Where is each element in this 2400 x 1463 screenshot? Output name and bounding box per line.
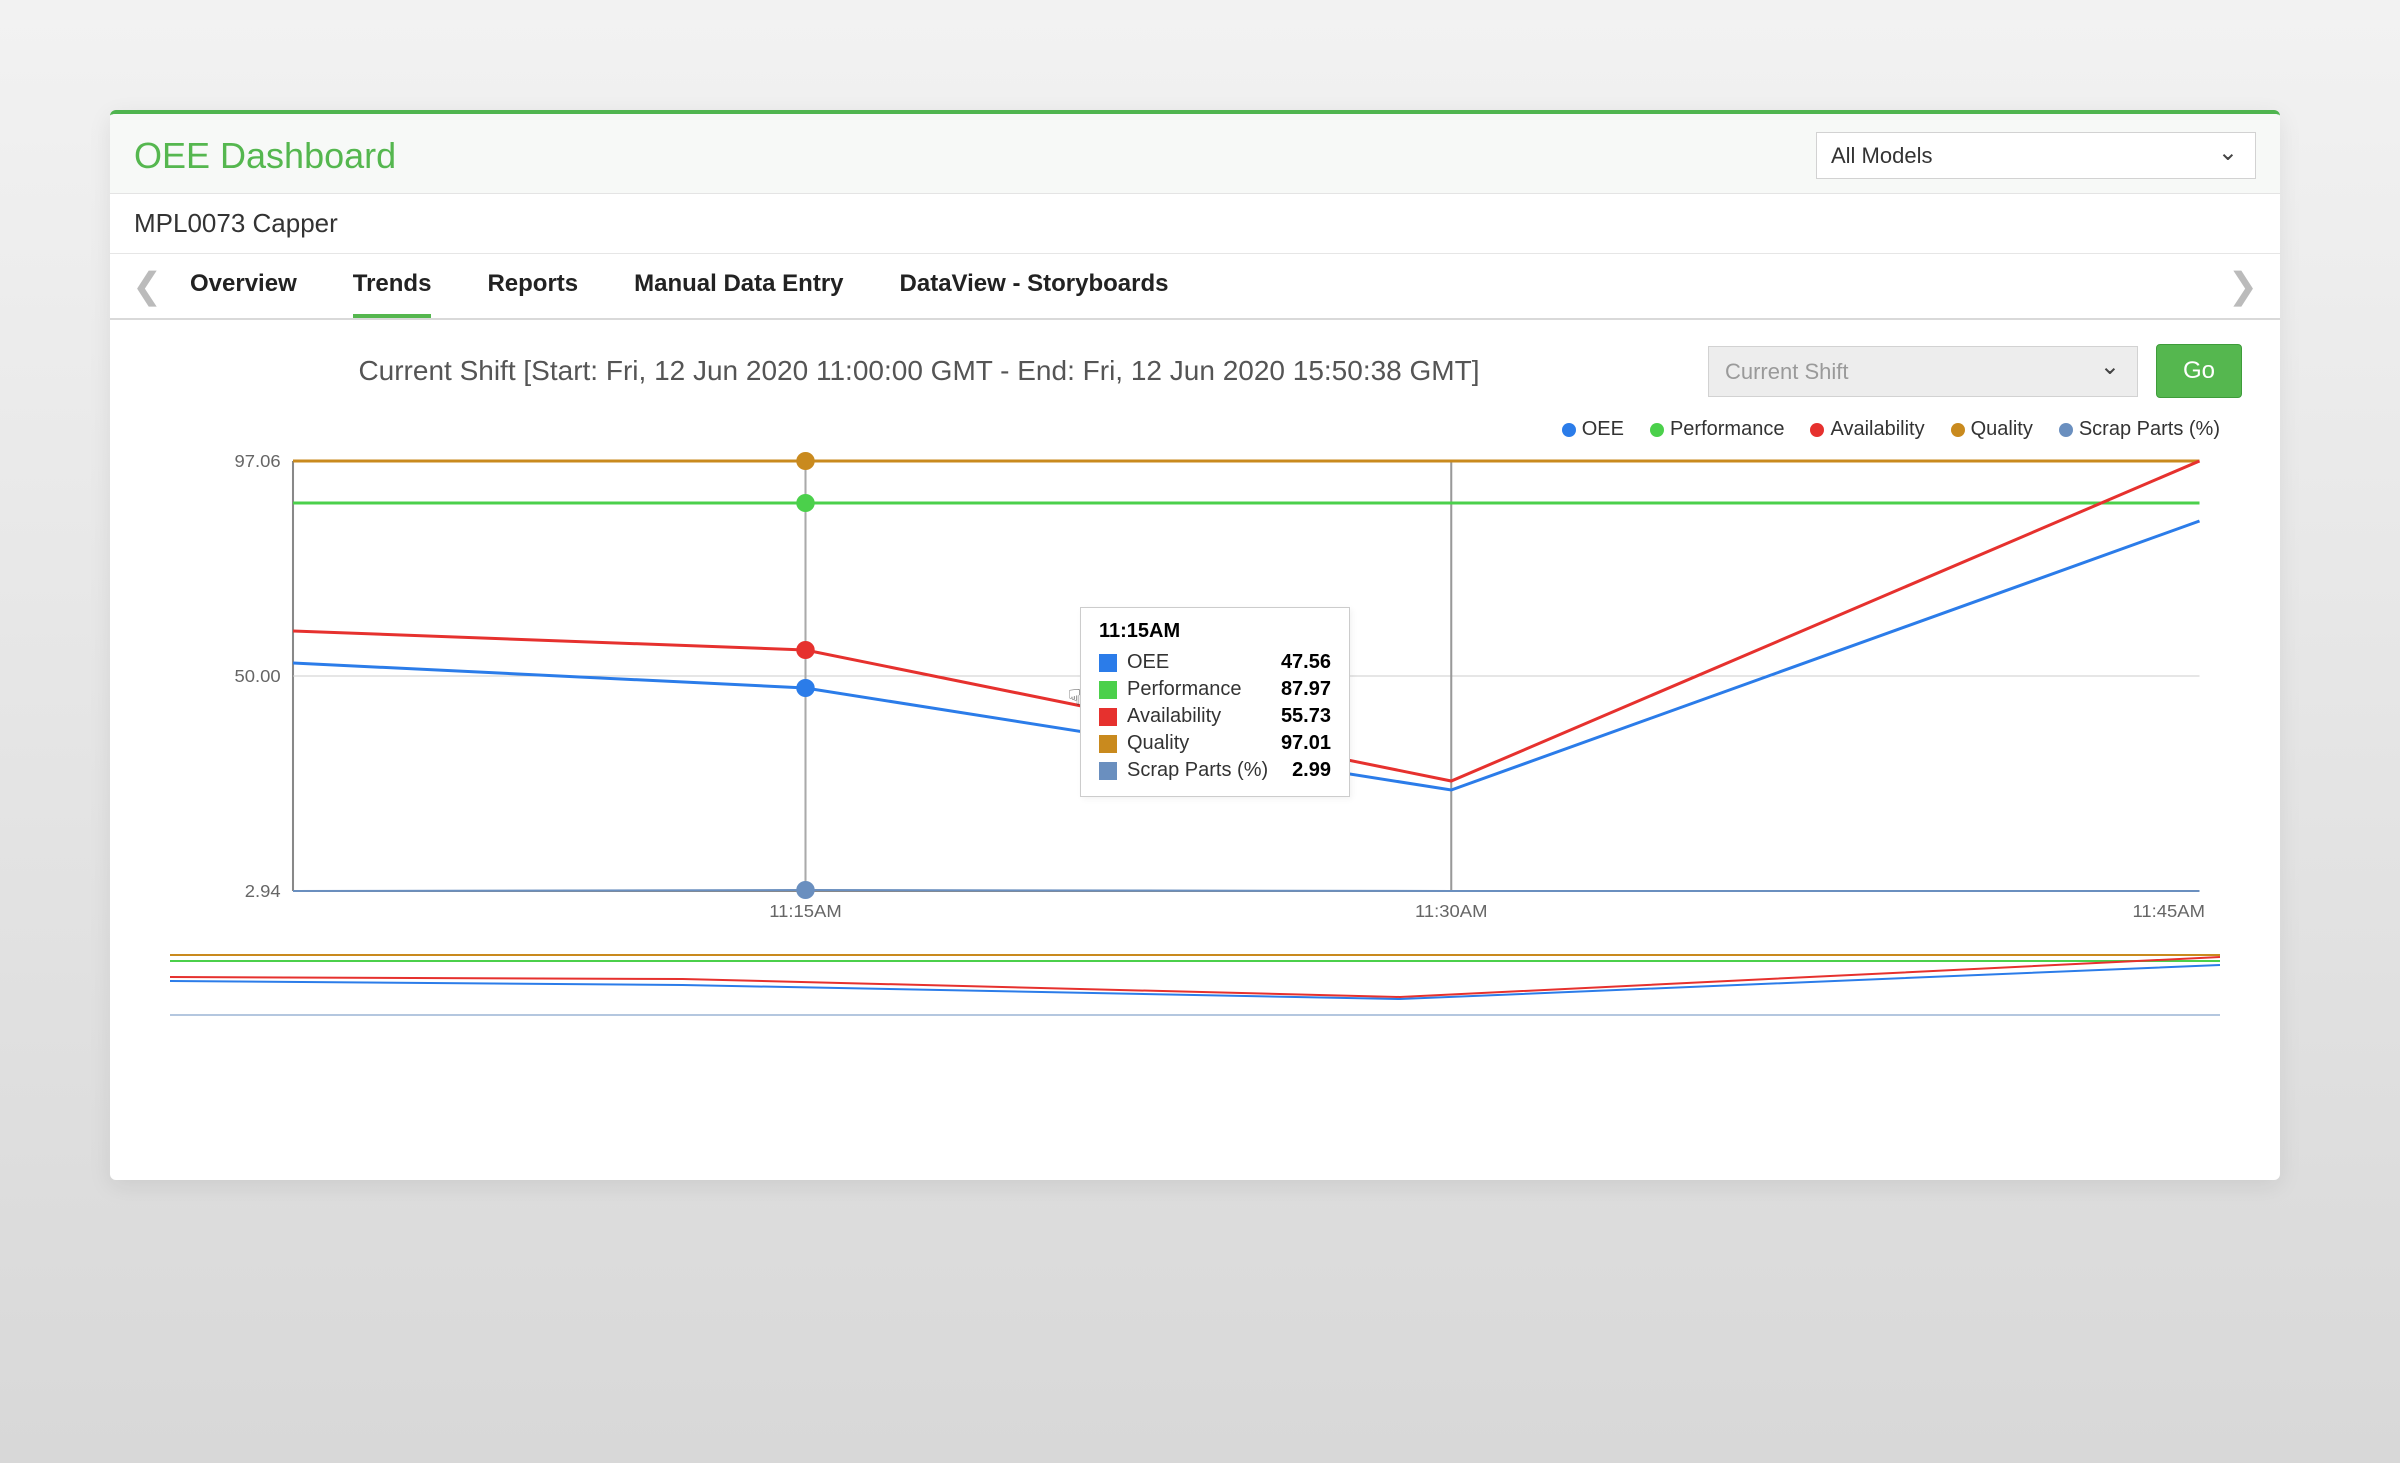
tab-dataview-storyboards[interactable]: DataView - Storyboards: [900, 254, 1169, 318]
equipment-name: MPL0073 Capper: [110, 194, 2280, 254]
legend-quality[interactable]: Quality: [1951, 418, 2033, 441]
tab-manual-data-entry[interactable]: Manual Data Entry: [634, 254, 843, 318]
tab-overview[interactable]: Overview: [190, 254, 297, 318]
legend-availability[interactable]: Availability: [1810, 418, 1924, 441]
svg-text:50.00: 50.00: [235, 666, 281, 686]
square-icon: [1099, 654, 1117, 672]
tab-row: ❮ Overview Trends Reports Manual Data En…: [110, 254, 2280, 320]
tabs-scroll-left-icon[interactable]: ❮: [124, 265, 170, 307]
dot-icon: [2059, 423, 2073, 437]
chart-tooltip: 11:15AM OEE47.56 Performance87.97 Availa…: [1080, 607, 1350, 797]
svg-text:11:30AM: 11:30AM: [1415, 901, 1487, 921]
go-button[interactable]: Go: [2156, 344, 2242, 398]
svg-text:11:45AM: 11:45AM: [2133, 901, 2205, 921]
square-icon: [1099, 762, 1117, 780]
square-icon: [1099, 681, 1117, 699]
legend-oee[interactable]: OEE: [1562, 418, 1624, 441]
shift-select[interactable]: Current Shift: [1708, 346, 2138, 397]
square-icon: [1099, 735, 1117, 753]
dot-icon: [1951, 423, 1965, 437]
dashboard-card: OEE Dashboard All Models MPL0073 Capper …: [110, 110, 2280, 1180]
svg-text:2.94: 2.94: [245, 881, 281, 901]
cursor-hand-icon: ☟: [1068, 685, 1081, 711]
chart-legend: OEE Performance Availability Quality Scr…: [110, 404, 2280, 445]
svg-text:11:15AM: 11:15AM: [769, 901, 841, 921]
brush-chart: [170, 951, 2220, 1021]
page-title: OEE Dashboard: [134, 135, 396, 177]
legend-performance[interactable]: Performance: [1650, 418, 1785, 441]
dot-icon: [1810, 423, 1824, 437]
tabs-scroll-right-icon[interactable]: ❯: [2220, 265, 2266, 307]
shift-bar: Current Shift [Start: Fri, 12 Jun 2020 1…: [110, 320, 2280, 404]
square-icon: [1099, 708, 1117, 726]
main-chart-area[interactable]: 97.06 50.00 2.94 11:15AM 11:30AM 11:45AM: [110, 445, 2280, 921]
svg-text:97.06: 97.06: [235, 451, 281, 471]
model-select[interactable]: All Models: [1816, 132, 2256, 179]
tab-trends[interactable]: Trends: [353, 254, 432, 318]
tab-reports[interactable]: Reports: [487, 254, 578, 318]
dot-icon: [1650, 423, 1664, 437]
header-bar: OEE Dashboard All Models: [110, 114, 2280, 194]
brush-overview[interactable]: [110, 921, 2280, 1021]
shift-range-label: Current Shift [Start: Fri, 12 Jun 2020 1…: [148, 355, 1690, 387]
legend-scrap[interactable]: Scrap Parts (%): [2059, 418, 2220, 441]
dot-icon: [1562, 423, 1576, 437]
tooltip-time: 11:15AM: [1099, 620, 1331, 643]
